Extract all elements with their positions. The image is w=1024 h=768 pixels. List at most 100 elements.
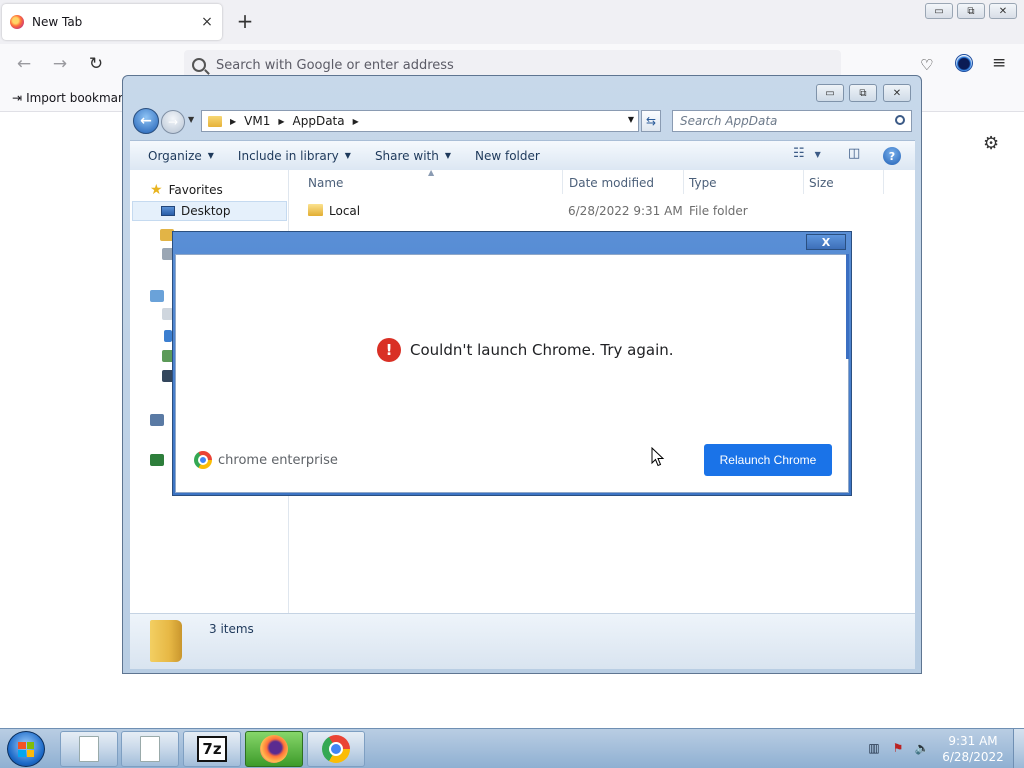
clock-date: 6/28/2022 bbox=[942, 750, 1004, 764]
chevron-down-icon: ▼ bbox=[344, 151, 351, 160]
new-folder-button[interactable]: New folder bbox=[463, 149, 552, 163]
column-date-modified[interactable]: Date modified bbox=[569, 176, 654, 190]
tray-action-center-icon[interactable]: ⚑ bbox=[890, 741, 906, 757]
taskbar-firefox[interactable] bbox=[245, 731, 303, 767]
7zip-icon: 7z bbox=[197, 736, 227, 762]
restore-button[interactable]: ⧉ bbox=[957, 3, 985, 19]
share-with-label: Share with bbox=[374, 148, 439, 163]
column-name[interactable]: Name bbox=[308, 176, 343, 190]
computer-icon[interactable] bbox=[150, 414, 164, 426]
explorer-minimize-button[interactable]: ▭ bbox=[816, 84, 844, 102]
dialog-close-button[interactable]: X bbox=[806, 234, 846, 250]
nav-desktop[interactable]: Desktop bbox=[132, 201, 287, 221]
explorer-close-button[interactable]: ✕ bbox=[883, 84, 911, 102]
dialog-scrollbar[interactable] bbox=[846, 254, 849, 359]
explorer-forward-button[interactable]: → bbox=[161, 110, 185, 134]
nav-favorites[interactable]: ★ Favorites bbox=[150, 182, 223, 198]
file-type: File folder bbox=[689, 204, 748, 218]
item-count: 3 items bbox=[209, 622, 254, 636]
column-divider[interactable] bbox=[683, 170, 684, 194]
share-with-button[interactable]: Share with ▼ bbox=[363, 149, 463, 163]
nav-desktop-label: Desktop bbox=[181, 204, 231, 218]
new-tab-button[interactable]: + bbox=[234, 10, 256, 32]
explorer-address-row: ← → ▼ ▶ VM1 ▶ AppData ▶ ▼ ⇆ Search AppDa… bbox=[131, 107, 913, 137]
help-icon[interactable]: ? bbox=[883, 147, 901, 165]
breadcrumb-vm1[interactable]: VM1 bbox=[244, 114, 270, 128]
show-desktop-button[interactable] bbox=[1013, 729, 1024, 768]
dialog-content: ! Couldn't launch Chrome. Try again. chr… bbox=[175, 254, 849, 493]
view-options-icon[interactable]: ☷ ▼ bbox=[793, 146, 821, 161]
firefox-favicon-icon bbox=[10, 15, 24, 29]
preview-pane-icon[interactable]: ◫ bbox=[848, 146, 860, 161]
explorer-back-button[interactable]: ← bbox=[133, 108, 159, 134]
taskbar-document-2[interactable] bbox=[121, 731, 179, 767]
breadcrumb-appdata[interactable]: AppData bbox=[293, 114, 345, 128]
document-icon bbox=[140, 736, 160, 762]
recent-pages-chevron-icon[interactable]: ▼ bbox=[188, 115, 194, 124]
newtab-settings-gear-icon[interactable]: ⚙ bbox=[983, 133, 999, 154]
breadcrumb-arrow-icon[interactable]: ▶ bbox=[353, 117, 359, 126]
start-button[interactable] bbox=[7, 731, 45, 767]
column-type[interactable]: Type bbox=[689, 176, 717, 190]
close-button[interactable]: ✕ bbox=[989, 3, 1017, 19]
relaunch-chrome-button[interactable]: Relaunch Chrome bbox=[704, 444, 832, 476]
music-library-icon[interactable] bbox=[164, 330, 172, 342]
column-divider[interactable] bbox=[562, 170, 563, 194]
taskbar-chrome[interactable] bbox=[307, 731, 365, 767]
chrome-error-dialog: X ! Couldn't launch Chrome. Try again. c… bbox=[172, 231, 852, 496]
include-in-library-button[interactable]: Include in library ▼ bbox=[226, 149, 363, 163]
browser-tab-strip: New Tab × + ▭ ⧉ ✕ bbox=[0, 0, 1024, 44]
firefox-icon bbox=[260, 735, 288, 763]
tray-volume-icon[interactable]: 🔈 bbox=[914, 741, 930, 757]
error-message-row: ! Couldn't launch Chrome. Try again. bbox=[377, 338, 674, 362]
column-headers: ▲ Name Date modified Type Size bbox=[290, 168, 915, 194]
chrome-enterprise-brand: chrome enterprise bbox=[194, 451, 338, 469]
address-bar[interactable]: ▶ VM1 ▶ AppData ▶ ▼ bbox=[201, 110, 639, 132]
system-clock[interactable]: 9:31 AM 6/28/2022 bbox=[942, 733, 1004, 765]
account-avatar-icon[interactable] bbox=[955, 54, 973, 72]
star-icon: ★ bbox=[150, 182, 163, 198]
file-date: 6/28/2022 9:31 AM bbox=[568, 204, 683, 218]
network-icon[interactable] bbox=[150, 454, 164, 466]
mouse-cursor-icon bbox=[651, 447, 665, 467]
back-button[interactable]: ← bbox=[14, 54, 34, 74]
folder-large-icon bbox=[150, 620, 182, 662]
organize-button[interactable]: Organize ▼ bbox=[130, 149, 226, 163]
error-icon: ! bbox=[377, 338, 401, 362]
pocket-icon[interactable]: ♡ bbox=[920, 56, 933, 74]
include-in-library-label: Include in library bbox=[237, 148, 339, 163]
column-divider[interactable] bbox=[803, 170, 804, 194]
chevron-down-icon: ▼ bbox=[444, 151, 451, 160]
breadcrumb-arrow-icon[interactable]: ▶ bbox=[230, 117, 236, 126]
taskbar-7zip[interactable]: 7z bbox=[183, 731, 241, 767]
reload-button[interactable]: ↻ bbox=[86, 54, 106, 74]
breadcrumb-arrow-icon[interactable]: ▶ bbox=[278, 117, 284, 126]
desktop-icon bbox=[161, 206, 175, 216]
table-row[interactable]: Local 6/28/2022 9:31 AM File folder bbox=[290, 200, 915, 222]
error-message: Couldn't launch Chrome. Try again. bbox=[410, 341, 674, 359]
minimize-button[interactable]: ▭ bbox=[925, 3, 953, 19]
search-icon bbox=[192, 58, 206, 72]
address-dropdown-icon[interactable]: ▼ bbox=[628, 115, 634, 124]
search-input[interactable]: Search AppData bbox=[672, 110, 912, 132]
menu-icon[interactable]: ≡ bbox=[992, 53, 1006, 73]
column-divider[interactable] bbox=[883, 170, 884, 194]
forward-button[interactable]: → bbox=[50, 54, 70, 74]
column-size[interactable]: Size bbox=[809, 176, 834, 190]
search-placeholder: Search AppData bbox=[680, 114, 778, 128]
libraries-icon[interactable] bbox=[150, 290, 164, 302]
import-icon: ⇥ bbox=[12, 91, 23, 105]
tab-close-icon[interactable]: × bbox=[200, 14, 214, 30]
explorer-maximize-button[interactable]: ⧉ bbox=[849, 84, 877, 102]
sort-ascending-icon: ▲ bbox=[428, 168, 435, 177]
taskbar: 7z ▥ ⚑ 🔈 9:31 AM 6/28/2022 bbox=[0, 728, 1024, 768]
tab-title: New Tab bbox=[32, 15, 83, 29]
refresh-button[interactable]: ⇆ bbox=[641, 110, 661, 132]
clock-time: 9:31 AM bbox=[948, 734, 998, 748]
taskbar-document-1[interactable] bbox=[60, 731, 118, 767]
file-name: Local bbox=[329, 204, 361, 218]
tab-new-tab[interactable]: New Tab × bbox=[2, 4, 222, 40]
tray-network-icon[interactable]: ▥ bbox=[866, 741, 882, 757]
chrome-logo-icon bbox=[194, 451, 212, 469]
search-icon bbox=[895, 115, 905, 125]
